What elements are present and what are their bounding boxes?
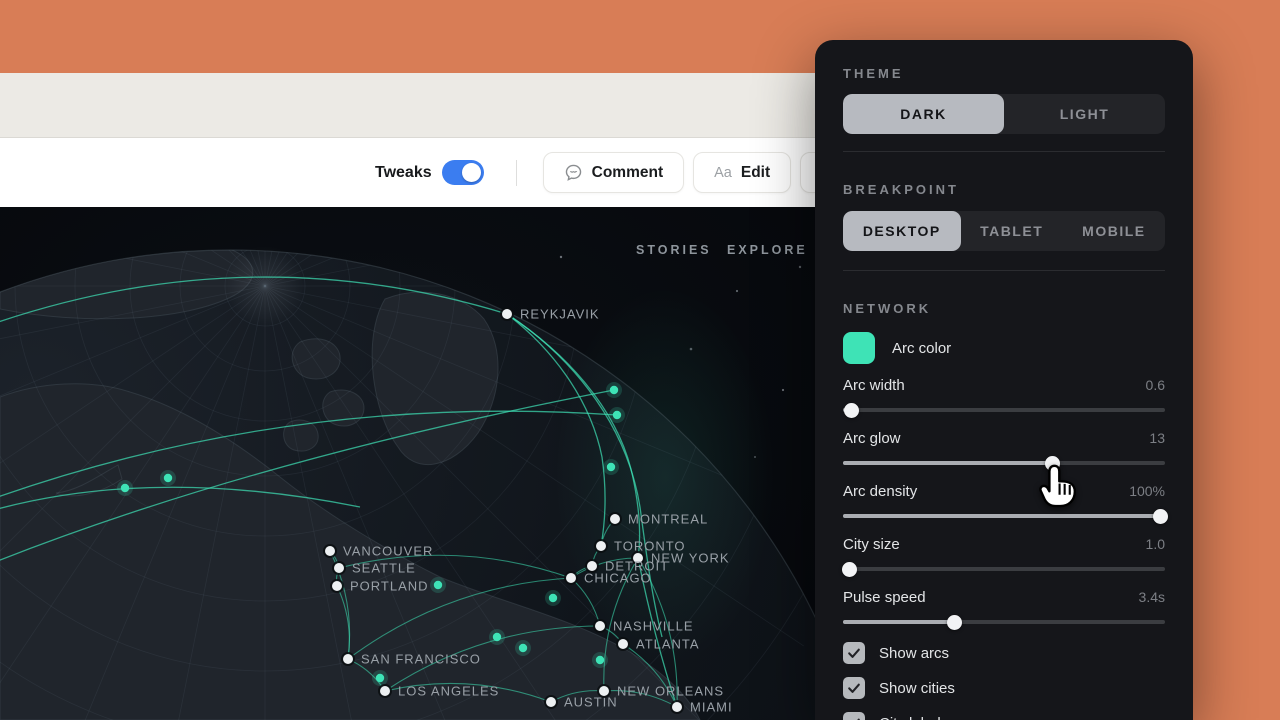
toggle-knob <box>462 163 481 182</box>
show-cities-checkbox-row[interactable]: Show cities <box>843 677 1165 699</box>
section-divider <box>843 151 1165 152</box>
theme-option-light[interactable]: LIGHT <box>1004 94 1165 134</box>
breakpoint-option-tablet[interactable]: TABLET <box>961 211 1063 251</box>
city-label: AUSTIN <box>564 695 618 710</box>
theme-segmented-control: DARK LIGHT <box>843 94 1165 134</box>
tweaks-toggle[interactable] <box>442 160 484 185</box>
slider-value: 3.4s <box>1139 589 1165 605</box>
city-label: LOS ANGELES <box>398 684 499 699</box>
slider-label: Arc density <box>843 483 917 500</box>
city-marker[interactable]: MIAMI <box>670 700 733 715</box>
city-marker[interactable]: NEW ORLEANS <box>597 684 724 699</box>
checkbox-checked-icon[interactable] <box>843 642 865 664</box>
arc-density-slider-row: Arc density 100% <box>843 482 1165 523</box>
slider-thumb[interactable] <box>1045 456 1060 471</box>
arc-density-slider[interactable] <box>843 509 1165 523</box>
city-label: SAN FRANCISCO <box>361 652 481 667</box>
arc-color-label: Arc color <box>892 340 951 357</box>
slider-thumb[interactable] <box>947 615 962 630</box>
slider-value: 0.6 <box>1146 377 1165 393</box>
slider-label: Pulse speed <box>843 589 926 606</box>
edit-button-label: Edit <box>741 164 770 182</box>
slider-value: 1.0 <box>1146 536 1165 552</box>
checkbox-label: Show cities <box>879 680 955 697</box>
network-section-title: NETWORK <box>843 301 1165 316</box>
pole-glow <box>225 246 305 326</box>
checkbox-checked-icon[interactable] <box>843 712 865 720</box>
city-label: PORTLAND <box>350 579 429 594</box>
arc-glow-slider[interactable] <box>843 456 1165 470</box>
breakpoint-segmented-control: DESKTOP TABLET MOBILE <box>843 211 1165 251</box>
city-label: MIAMI <box>690 700 733 715</box>
arc-glow-slider-row: Arc glow 13 <box>843 429 1165 470</box>
slider-value: 100% <box>1129 483 1165 499</box>
section-divider <box>843 270 1165 271</box>
slider-label: City size <box>843 536 900 553</box>
toolbar-divider <box>516 160 517 186</box>
city-label: REYKJAVIK <box>520 307 600 322</box>
nav-stories[interactable]: STORIES <box>636 243 712 257</box>
slider-thumb[interactable] <box>842 562 857 577</box>
city-marker[interactable]: SAN FRANCISCO <box>341 652 481 667</box>
checkbox-checked-icon[interactable] <box>843 677 865 699</box>
arc-width-slider[interactable] <box>843 403 1165 417</box>
checkbox-label: City labels <box>879 715 948 720</box>
city-label: VANCOUVER <box>343 544 433 559</box>
city-size-slider[interactable] <box>843 562 1165 576</box>
theme-option-dark[interactable]: DARK <box>843 94 1004 134</box>
show-arcs-checkbox-row[interactable]: Show arcs <box>843 642 1165 664</box>
city-label: SEATTLE <box>352 561 416 576</box>
city-size-slider-row: City size 1.0 <box>843 535 1165 576</box>
slider-value: 13 <box>1149 430 1165 446</box>
comment-bubble-icon <box>564 163 583 182</box>
city-label: NASHVILLE <box>613 619 694 634</box>
breakpoint-section-title: BREAKPOINT <box>843 182 1165 197</box>
comment-button[interactable]: Comment <box>543 152 684 193</box>
pulse-speed-slider[interactable] <box>843 615 1165 629</box>
slider-label: Arc glow <box>843 430 901 447</box>
theme-section-title: THEME <box>843 66 1165 81</box>
pulse-speed-slider-row: Pulse speed 3.4s <box>843 588 1165 629</box>
nav-explore[interactable]: EXPLORE <box>727 243 808 257</box>
slider-label: Arc width <box>843 377 905 394</box>
edit-button[interactable]: Aa Edit <box>693 152 791 193</box>
tweaks-panel: THEME DARK LIGHT BREAKPOINT DESKTOP TABL… <box>815 40 1193 720</box>
city-label: CHICAGO <box>584 571 652 586</box>
breakpoint-option-desktop[interactable]: DESKTOP <box>843 211 961 251</box>
city-label: MONTREAL <box>628 512 708 527</box>
text-style-icon: Aa <box>714 165 732 181</box>
tweaks-label: Tweaks <box>375 164 432 182</box>
comment-button-label: Comment <box>592 164 663 182</box>
slider-thumb[interactable] <box>1153 509 1168 524</box>
atmosphere-glow <box>555 287 775 667</box>
city-label: ATLANTA <box>636 637 700 652</box>
breakpoint-option-mobile[interactable]: MOBILE <box>1063 211 1165 251</box>
arc-width-slider-row: Arc width 0.6 <box>843 376 1165 417</box>
city-label: NEW ORLEANS <box>617 684 724 699</box>
city-labels-checkbox-row[interactable]: City labels <box>843 712 1165 720</box>
slider-thumb[interactable] <box>844 403 859 418</box>
checkbox-label: Show arcs <box>879 645 949 662</box>
arc-color-swatch[interactable] <box>843 332 875 364</box>
